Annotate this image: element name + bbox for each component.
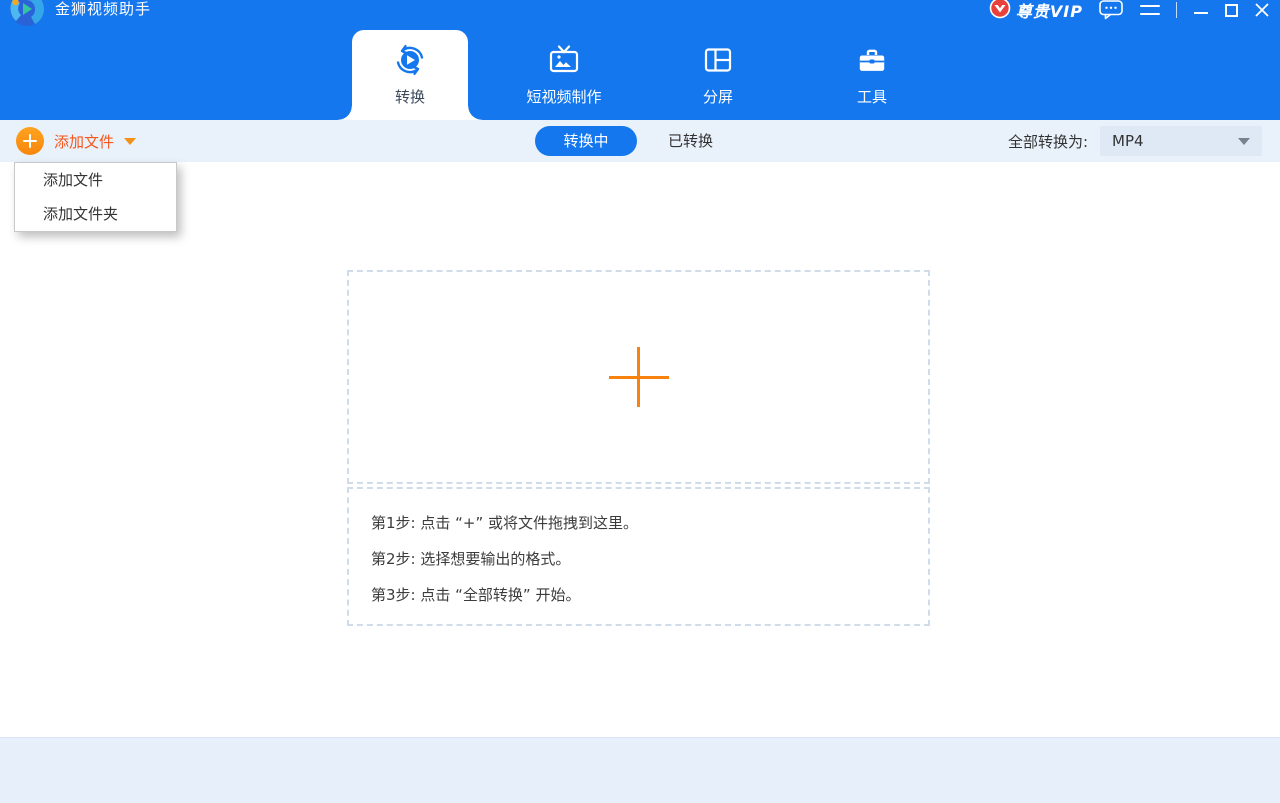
maximize-button[interactable] — [1225, 4, 1238, 17]
step-1: 第1步: 点击 “+” 或将文件拖拽到这里。 — [371, 505, 928, 541]
format-value: MP4 — [1112, 132, 1144, 150]
add-file-menu: 添加文件 添加文件夹 — [14, 162, 177, 232]
titlebar-divider — [1176, 2, 1177, 18]
feedback-icon[interactable] — [1099, 0, 1124, 20]
toolbox-icon — [855, 43, 889, 81]
tab-convert-label: 转换 — [395, 86, 425, 107]
tab-short-video-label: 短视频制作 — [526, 86, 601, 107]
add-file-button[interactable]: 添加文件 — [16, 127, 136, 155]
menu-item-add-file[interactable]: 添加文件 — [15, 163, 176, 197]
header: 金狮视频助手 尊贵VIP — [0, 0, 1280, 120]
split-screen-icon — [701, 43, 735, 81]
convert-all-label: 全部转换为: — [1008, 131, 1088, 152]
minimize-button[interactable] — [1193, 2, 1209, 18]
close-button[interactable] — [1254, 2, 1270, 18]
convert-icon — [393, 43, 427, 81]
tab-split-screen[interactable]: 分屏 — [660, 30, 776, 120]
subtab-converted[interactable]: 已转换 — [668, 126, 713, 156]
convert-all-group: 全部转换为: MP4 — [1008, 126, 1262, 156]
vip-badge[interactable]: 尊贵VIP — [989, 0, 1083, 23]
vip-shield-icon — [989, 0, 1011, 23]
tab-split-screen-label: 分屏 — [703, 86, 733, 107]
step-3: 第3步: 点击 “全部转换” 开始。 — [371, 577, 928, 613]
file-drop-area[interactable] — [347, 270, 930, 484]
tab-short-video[interactable]: 短视频制作 — [506, 30, 622, 120]
step-2: 第2步: 选择想要输出的格式。 — [371, 541, 928, 577]
vip-label: 尊贵VIP — [1016, 0, 1083, 22]
nav-tabs: 转换 短视频制作 — [352, 30, 930, 120]
subtab-converting[interactable]: 转换中 — [535, 126, 637, 156]
menu-item-add-folder[interactable]: 添加文件夹 — [15, 197, 176, 231]
tv-image-icon — [547, 43, 581, 81]
tab-convert[interactable]: 转换 — [352, 30, 468, 120]
app-title: 金狮视频助手 — [55, 0, 151, 19]
instructions-panel: 第1步: 点击 “+” 或将文件拖拽到这里。 第2步: 选择想要输出的格式。 第… — [347, 487, 930, 626]
app-window: 金狮视频助手 尊贵VIP — [0, 0, 1280, 803]
toolbar: 添加文件 转换中 已转换 全部转换为: MP4 — [0, 120, 1280, 162]
add-file-label: 添加文件 — [54, 131, 114, 152]
plus-icon — [16, 127, 44, 155]
tab-tools[interactable]: 工具 — [814, 30, 930, 120]
titlebar-controls: 尊贵VIP — [989, 0, 1270, 22]
chevron-down-icon — [1238, 138, 1250, 145]
format-select[interactable]: MP4 — [1100, 126, 1262, 156]
menu-icon[interactable] — [1140, 5, 1160, 15]
add-files-plus-icon[interactable] — [609, 347, 669, 407]
chevron-down-icon — [124, 138, 136, 145]
tab-tools-label: 工具 — [857, 86, 887, 107]
footer-bar: 保存至: D:\视频保存 OFF — [0, 737, 1280, 803]
app-logo-icon — [8, 0, 46, 28]
